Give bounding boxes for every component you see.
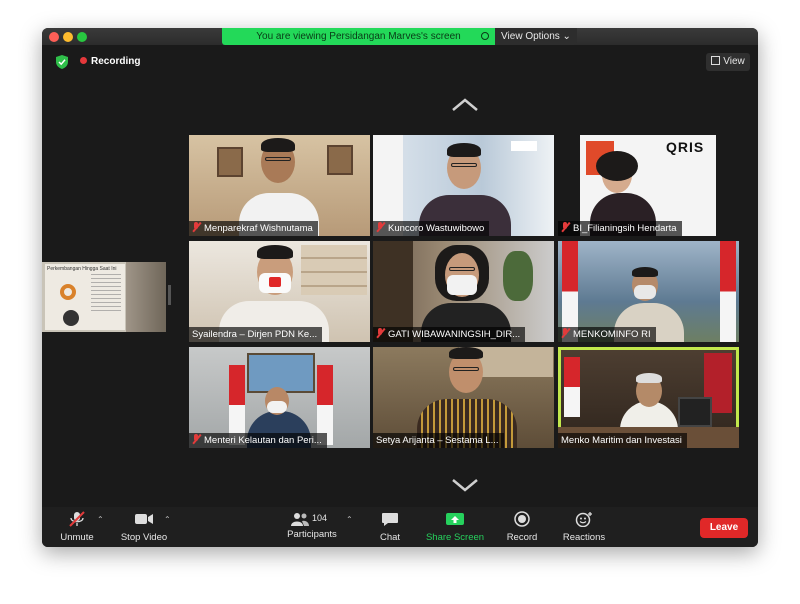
panel-resize-handle[interactable] <box>168 285 171 305</box>
plant <box>503 251 533 301</box>
participant-name-label: Setya Arijanta – Sestama L... <box>373 433 504 448</box>
meeting-stage: Recording View Perkembangan Hingga Saat … <box>42 45 758 507</box>
recording-indicator[interactable]: Recording <box>80 55 140 69</box>
close-window-button[interactable] <box>49 32 59 42</box>
screen-share-banner: You are viewing Persidangan Marves's scr… <box>222 28 495 45</box>
recording-label: Recording <box>91 56 141 67</box>
scroll-up-chevron-icon[interactable] <box>451 97 479 113</box>
share-screen-button[interactable]: Share Screen <box>424 511 486 543</box>
indonesia-flag <box>564 357 580 417</box>
participant-name-label: Menteri Kelautan dan Peri... <box>189 433 327 448</box>
participant-name-label: Menko Maritim dan Investasi <box>558 433 687 448</box>
chat-bubble-icon <box>382 513 398 526</box>
video-camera-icon <box>135 514 153 524</box>
leave-meeting-button[interactable]: Leave <box>700 518 748 538</box>
reactions-button[interactable]: Reactions <box>560 511 608 543</box>
unmute-label: Unmute <box>60 532 94 543</box>
maximize-window-button[interactable] <box>77 32 87 42</box>
video-tile[interactable]: Menteri Kelautan dan Peri... <box>189 347 370 448</box>
participants-options-chevron-icon[interactable]: ⌃ <box>346 515 353 524</box>
video-tile[interactable]: GATI WIBAWANINGSIH_DIR... <box>373 241 554 342</box>
muted-mic-icon <box>376 328 384 338</box>
grid-view-icon <box>711 56 721 65</box>
muted-mic-icon <box>376 222 384 232</box>
participant-name-label: BI_Filianingsih Hendarta <box>558 221 682 236</box>
presentation-slide: Perkembangan Hingga Saat Ini <box>45 264 125 330</box>
muted-mic-icon <box>561 222 569 232</box>
meeting-controls-toolbar: Unmute ⌃ Stop Video ⌃ 104 Participants ⌃ <box>42 507 758 547</box>
slide-text-block <box>91 274 121 314</box>
view-options-button[interactable]: View Options ⌄ <box>495 28 577 45</box>
presenter-video-strip <box>126 262 166 332</box>
bookshelf <box>301 245 367 295</box>
view-button[interactable]: View <box>706 53 750 71</box>
chat-label: Chat <box>379 532 401 543</box>
wall-portrait <box>327 145 353 175</box>
muted-microphone-icon <box>69 511 85 527</box>
company-logo <box>511 141 537 151</box>
video-tile[interactable]: Menparekraf Wishnutama <box>189 135 370 236</box>
recording-dot-icon <box>80 57 87 64</box>
video-tile[interactable]: Syailendra – Dirjen PDN Ke... <box>189 241 370 342</box>
video-tile-active-speaker[interactable]: Menko Maritim dan Investasi <box>558 347 739 448</box>
gauge-graphic <box>63 310 79 326</box>
participants-count: 104 <box>312 513 328 523</box>
participant-name-label: Kuncoro Wastuwibowo <box>373 221 490 236</box>
minimize-window-button[interactable] <box>63 32 73 42</box>
record-button[interactable]: Record <box>502 511 542 543</box>
shield-icon[interactable] <box>56 55 68 69</box>
smiley-face-icon <box>575 512 592 528</box>
qris-logo: QRIS <box>666 139 705 155</box>
scroll-down-chevron-icon[interactable] <box>451 477 479 493</box>
zoom-window: You are viewing Persidangan Marves's scr… <box>42 28 758 547</box>
reactions-label: Reactions <box>562 532 606 543</box>
participants-button[interactable]: 104 Participants <box>282 511 342 540</box>
muted-mic-icon <box>192 434 200 444</box>
video-options-chevron-icon[interactable]: ⌃ <box>164 515 171 524</box>
share-indicator-icon <box>481 32 489 40</box>
participant-name-label: Menparekraf Wishnutama <box>189 221 318 236</box>
share-banner-text: You are viewing Persidangan Marves's scr… <box>256 31 461 42</box>
share-screen-arrow-icon <box>446 513 464 525</box>
share-screen-label: Share Screen <box>425 532 485 543</box>
slide-title: Perkembangan Hingga Saat Ini <box>47 266 117 272</box>
view-label: View <box>723 56 745 67</box>
video-tile[interactable]: Setya Arijanta – Sestama L... <box>373 347 554 448</box>
shared-screen-thumbnail[interactable]: Perkembangan Hingga Saat Ini <box>42 262 166 332</box>
record-label: Record <box>506 532 538 543</box>
video-tile[interactable]: MENKOMINFO RI <box>558 241 739 342</box>
record-icon <box>514 511 530 527</box>
muted-mic-icon <box>561 328 569 338</box>
stop-video-label: Stop Video <box>120 532 168 543</box>
participant-name-label: GATI WIBAWANINGSIH_DIR... <box>373 327 526 342</box>
audio-options-chevron-icon[interactable]: ⌃ <box>97 515 104 524</box>
wall-portrait <box>217 147 243 177</box>
chat-button[interactable]: Chat <box>372 511 408 543</box>
video-tile[interactable]: Kuncoro Wastuwibowo <box>373 135 554 236</box>
participants-label: Participants <box>287 529 337 540</box>
indonesia-flag <box>720 241 736 342</box>
desk-monitor <box>678 397 712 427</box>
stop-video-button[interactable]: Stop Video <box>118 511 170 543</box>
video-tile[interactable]: QRIS BI_Filianingsih Hendarta <box>558 135 739 236</box>
donut-chart-graphic <box>60 284 76 300</box>
unmute-button[interactable]: Unmute <box>57 511 97 543</box>
title-bar: You are viewing Persidangan Marves's scr… <box>42 28 758 45</box>
muted-mic-icon <box>192 222 200 232</box>
participant-name-label: MENKOMINFO RI <box>558 327 656 342</box>
participants-icon <box>291 513 309 526</box>
participant-name-label: Syailendra – Dirjen PDN Ke... <box>189 327 323 342</box>
